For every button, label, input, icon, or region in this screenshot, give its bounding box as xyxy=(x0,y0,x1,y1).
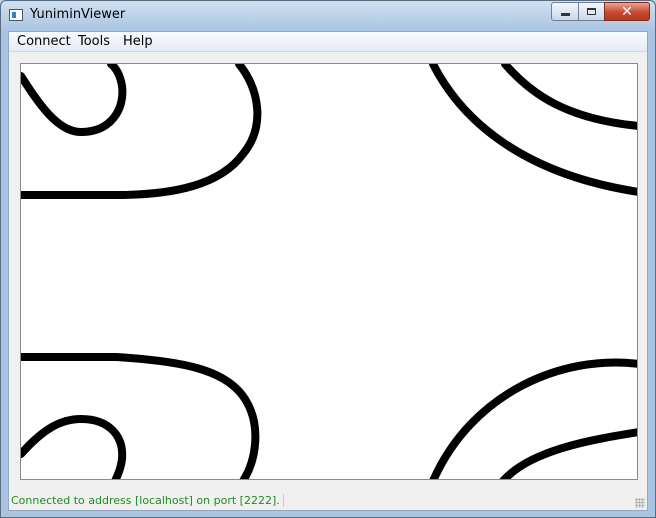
curve-top-right-outer xyxy=(429,64,637,196)
menu-tools[interactable]: Tools xyxy=(78,34,110,49)
menu-connect[interactable]: Connect xyxy=(17,34,71,49)
app-window: YuniminViewer ✕ Connect Tools Help Conne… xyxy=(0,0,656,518)
curve-bottom-left-outer xyxy=(21,353,260,479)
maximize-icon xyxy=(587,8,596,15)
close-icon: ✕ xyxy=(621,3,633,20)
maximize-button[interactable] xyxy=(578,2,604,21)
title-bar[interactable]: YuniminViewer ✕ xyxy=(1,1,655,31)
curve-top-left-inner xyxy=(21,64,127,137)
curve-top-right-inner xyxy=(501,64,637,130)
curve-bottom-left-inner xyxy=(21,414,127,479)
app-icon xyxy=(9,9,23,21)
menu-help[interactable]: Help xyxy=(123,34,153,49)
minimize-icon xyxy=(560,13,570,16)
caption-buttons: ✕ xyxy=(551,2,650,21)
status-bar: Connected to address [localhost] on port… xyxy=(9,491,647,510)
menu-bar: Connect Tools Help xyxy=(9,32,647,52)
connection-status: Connected to address [localhost] on port… xyxy=(11,494,284,507)
close-button[interactable]: ✕ xyxy=(604,2,650,21)
client-area: Connect Tools Help Connected to address xyxy=(8,31,648,511)
curve-top-left-outer xyxy=(21,64,262,199)
viewer-canvas[interactable] xyxy=(20,63,638,480)
minimize-button[interactable] xyxy=(551,2,578,21)
resize-grip-icon[interactable] xyxy=(635,498,645,508)
window-title: YuniminViewer xyxy=(30,7,126,22)
curve-bottom-right-inner xyxy=(499,428,637,479)
curve-drawing xyxy=(21,64,637,479)
